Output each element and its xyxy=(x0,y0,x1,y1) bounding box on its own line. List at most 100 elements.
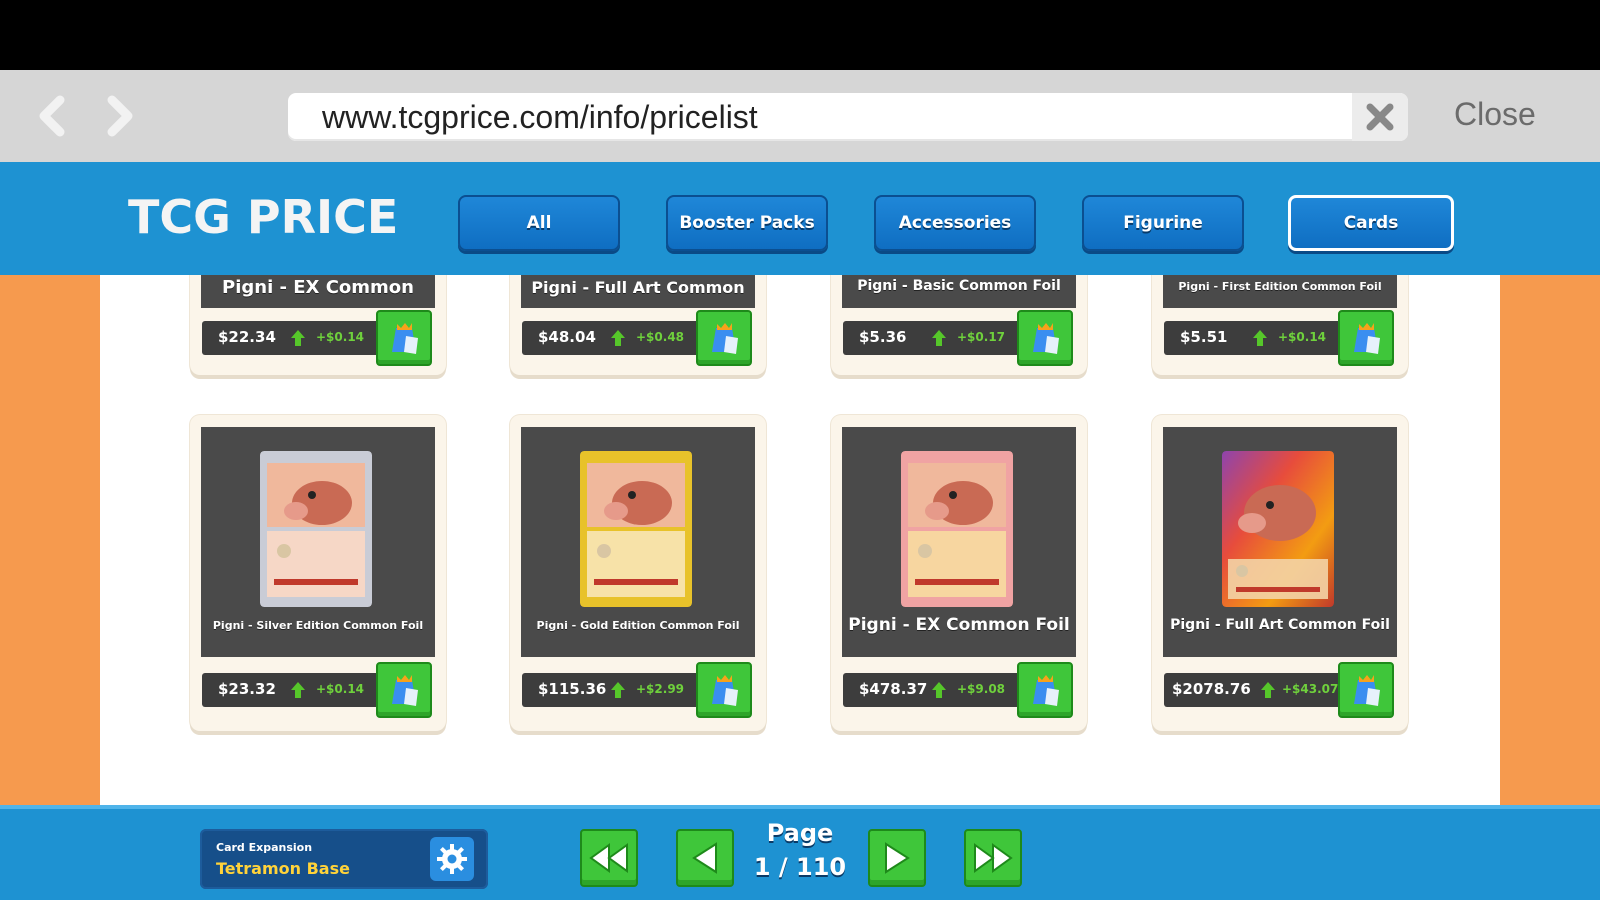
card-name: Pigni - Basic Common Foil xyxy=(857,278,1061,294)
tab-cards[interactable]: Cards xyxy=(1288,195,1454,251)
shopping-bag-icon xyxy=(392,675,418,706)
shopping-bag-icon xyxy=(392,323,418,354)
shopping-bag-icon xyxy=(1354,675,1380,706)
tab-booster-packs[interactable]: Booster Packs xyxy=(666,195,828,251)
price-bar: $5.36 +$0.17 xyxy=(843,321,1023,355)
up-arrow-icon xyxy=(611,682,625,698)
shopping-bag-icon xyxy=(1033,675,1059,706)
right-border xyxy=(1500,275,1600,805)
card-tile: Pigni - Silver Edition Common Foil $23.3… xyxy=(190,415,446,731)
card-art-pigni-silver xyxy=(260,451,372,607)
card-tile: Pigni - Gold Edition Common Foil $115.36… xyxy=(510,415,766,731)
gear-icon xyxy=(437,844,467,874)
price-bar: $22.34 +$0.14 xyxy=(202,321,382,355)
next-icon xyxy=(885,842,910,874)
add-to-cart-button[interactable] xyxy=(376,662,432,718)
card-expansion-value: Tetramon Base xyxy=(216,859,350,878)
first-page-button[interactable] xyxy=(580,829,638,887)
add-to-cart-button[interactable] xyxy=(1338,310,1394,366)
price-bar: $5.51 +$0.14 xyxy=(1164,321,1344,355)
card-price: $23.32 xyxy=(218,680,276,698)
price-change: +$0.17 xyxy=(957,330,1006,344)
add-to-cart-button[interactable] xyxy=(696,662,752,718)
price-bar: $23.32 +$0.14 xyxy=(202,673,382,707)
card-art-pigni-ex xyxy=(901,451,1013,607)
card-tile: Pigni - Full Art Common Foil $2078.76 +$… xyxy=(1152,415,1408,731)
card-name: Pigni - Full Art Common Foil xyxy=(1170,617,1390,633)
tab-accessories[interactable]: Accessories xyxy=(874,195,1036,251)
next-page-button[interactable] xyxy=(868,829,926,887)
previous-icon xyxy=(692,842,717,874)
rewind-icon xyxy=(589,843,628,873)
tab-figurine[interactable]: Figurine xyxy=(1082,195,1244,251)
shopping-bag-icon xyxy=(1033,323,1059,354)
price-change: +$0.48 xyxy=(636,330,685,344)
card-price: $2078.76 xyxy=(1172,680,1251,698)
tab-all[interactable]: All xyxy=(458,195,620,251)
up-arrow-icon xyxy=(932,682,946,698)
card-tile: Pigni - Full Art Common $48.04 +$0.48 xyxy=(510,275,766,375)
settings-button[interactable] xyxy=(430,837,474,881)
price-bar: $2078.76 +$43.07 xyxy=(1164,673,1344,707)
card-name: Pigni - Gold Edition Common Foil xyxy=(536,619,740,632)
site-logo: TCG PRICE xyxy=(128,190,399,244)
up-arrow-icon xyxy=(291,682,305,698)
top-black-bar xyxy=(0,0,1600,70)
card-price: $48.04 xyxy=(538,328,596,346)
add-to-cart-button[interactable] xyxy=(1017,662,1073,718)
previous-page-button[interactable] xyxy=(676,829,734,887)
add-to-cart-button[interactable] xyxy=(1338,662,1394,718)
card-name: Pigni - First Edition Common Foil xyxy=(1178,280,1382,293)
add-to-cart-button[interactable] xyxy=(376,310,432,366)
shopping-bag-icon xyxy=(712,323,738,354)
card-price: $22.34 xyxy=(218,328,276,346)
site-header: TCG PRICE All Booster Packs Accessories … xyxy=(0,162,1600,275)
card-name: Pigni - Silver Edition Common Foil xyxy=(212,619,424,632)
add-to-cart-button[interactable] xyxy=(1017,310,1073,366)
card-tile: Pigni - Basic Common Foil $5.36 +$0.17 xyxy=(831,275,1087,375)
url-bar[interactable]: www.tcgprice.com/info/pricelist xyxy=(288,93,1408,141)
close-button[interactable]: Close xyxy=(1454,96,1536,133)
close-x-icon xyxy=(1366,103,1394,131)
card-name: Pigni - Full Art Common xyxy=(531,278,745,297)
last-page-button[interactable] xyxy=(964,829,1022,887)
clear-url-button[interactable] xyxy=(1352,93,1408,141)
price-bar: $48.04 +$0.48 xyxy=(522,321,702,355)
card-price: $115.36 xyxy=(538,680,607,698)
card-price: $5.51 xyxy=(1180,328,1228,346)
up-arrow-icon xyxy=(611,330,625,346)
price-bar: $115.36 +$2.99 xyxy=(522,673,702,707)
card-list: Pigni - EX Common $22.34 +$0.14 Pigni - … xyxy=(100,275,1500,805)
card-tile: Pigni - First Edition Common Foil $5.51 … xyxy=(1152,275,1408,375)
price-change: +$0.14 xyxy=(1278,330,1327,344)
up-arrow-icon xyxy=(1253,330,1267,346)
card-art-pigni-full-art xyxy=(1222,451,1334,607)
browser-bar: www.tcgprice.com/info/pricelist Close xyxy=(0,70,1600,162)
card-name: Pigni - EX Common Foil xyxy=(848,615,1070,635)
pagination-footer: Card Expansion Tetramon Base Page 1 / 11… xyxy=(0,805,1600,900)
up-arrow-icon xyxy=(1261,682,1275,698)
back-arrow-icon[interactable] xyxy=(32,92,76,140)
price-change: +$0.14 xyxy=(316,682,365,696)
page-label: Page xyxy=(766,819,834,847)
shopping-bag-icon xyxy=(1354,323,1380,354)
fast-forward-icon xyxy=(974,843,1013,873)
page-indicator: 1 / 110 xyxy=(753,853,847,881)
card-name: Pigni - EX Common xyxy=(222,277,414,298)
card-expansion-label: Card Expansion xyxy=(216,841,313,854)
up-arrow-icon xyxy=(291,330,305,346)
card-tile: Pigni - EX Common $22.34 +$0.14 xyxy=(190,275,446,375)
forward-arrow-icon[interactable] xyxy=(96,92,140,140)
price-change: +$2.99 xyxy=(636,682,685,696)
price-change: +$0.14 xyxy=(316,330,365,344)
url-text: www.tcgprice.com/info/pricelist xyxy=(322,99,758,135)
card-price: $5.36 xyxy=(859,328,907,346)
card-art-pigni-gold xyxy=(580,451,692,607)
add-to-cart-button[interactable] xyxy=(696,310,752,366)
price-bar: $478.37 +$9.08 xyxy=(843,673,1023,707)
left-border xyxy=(0,275,100,805)
card-price: $478.37 xyxy=(859,680,928,698)
card-expansion-selector[interactable]: Card Expansion Tetramon Base xyxy=(200,829,488,889)
price-change: +$43.07 xyxy=(1282,682,1339,696)
shopping-bag-icon xyxy=(712,675,738,706)
